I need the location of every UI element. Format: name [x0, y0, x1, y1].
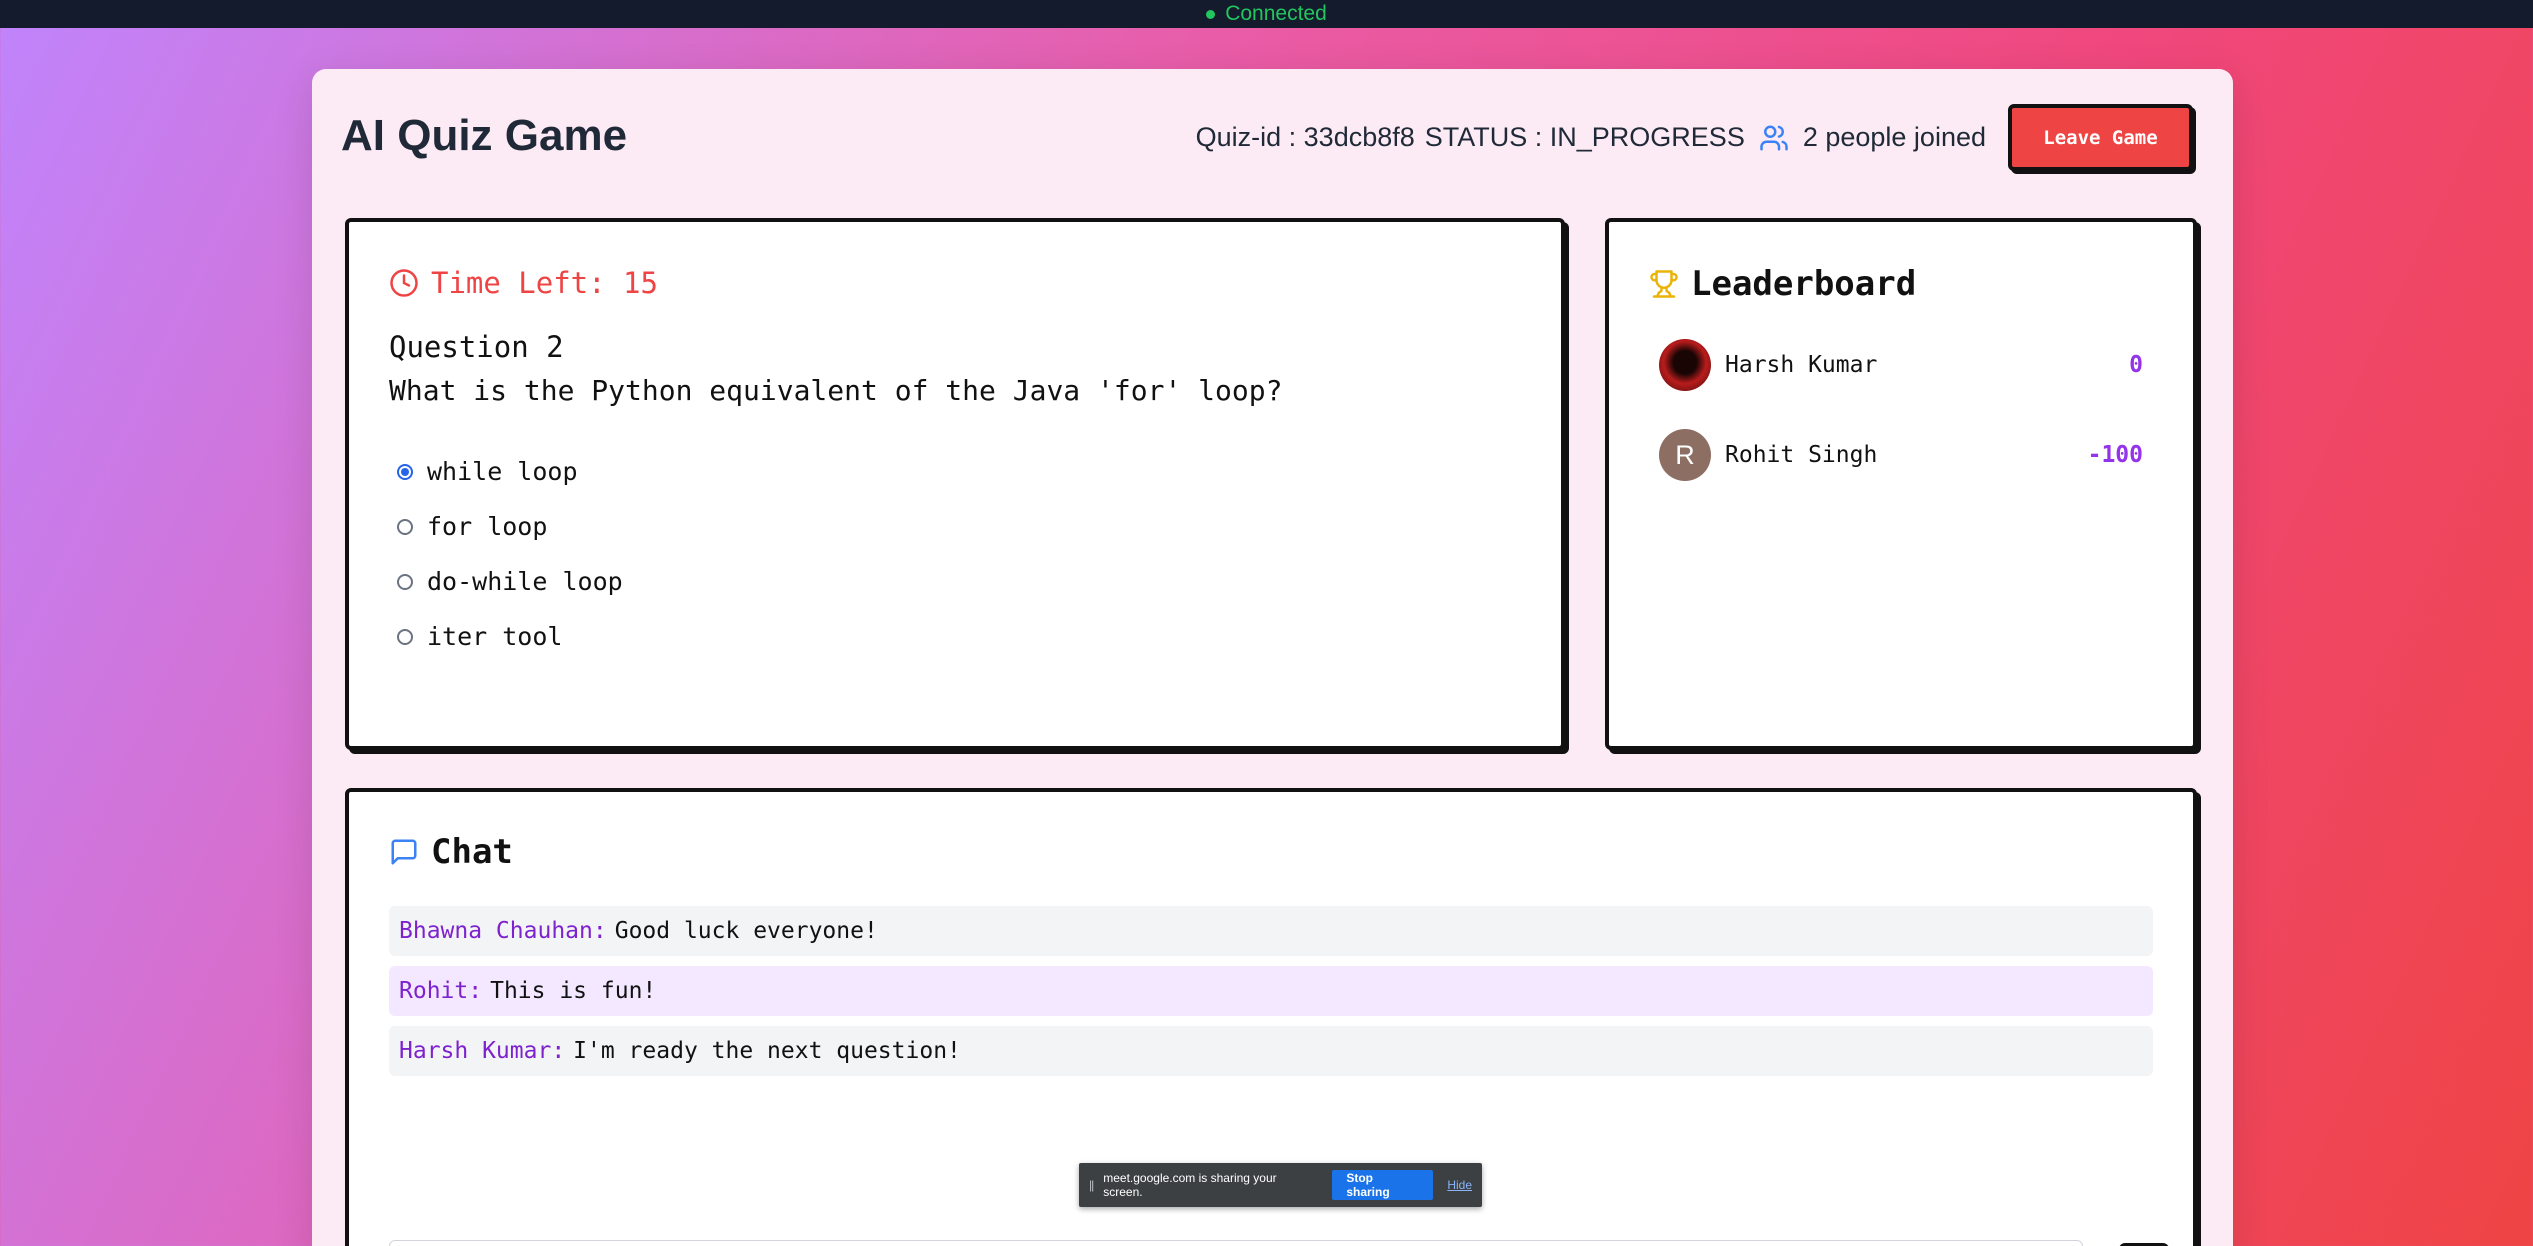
player-score: 0	[2129, 352, 2143, 378]
chat-input[interactable]	[389, 1240, 2083, 1246]
connection-status: Connected	[1225, 2, 1327, 25]
leaderboard-heading: Leaderboard	[1691, 264, 1917, 304]
leaderboard-row: Harsh Kumar 0	[1659, 339, 2143, 391]
main-card: AI Quiz Game Quiz-id : 33dcb8f8 STATUS :…	[312, 69, 2233, 1246]
chat-title: Chat	[389, 832, 513, 872]
radio-button[interactable]	[397, 573, 413, 590]
chat-message: Bhawna Chauhan: Good luck everyone!	[389, 906, 2153, 956]
radio-button[interactable]	[397, 463, 413, 480]
question-panel: Time Left: 15 Question 2 What is the Pyt…	[345, 218, 1565, 750]
answer-options: while loop for loop do-while loop iter t…	[397, 444, 623, 664]
timer: Time Left: 15	[389, 266, 658, 300]
leaderboard-panel: Leaderboard Harsh Kumar 0 R Rohit Singh …	[1605, 218, 2197, 750]
users-icon	[1760, 125, 1788, 150]
game-status: STATUS : IN_PROGRESS	[1424, 122, 1745, 152]
option-label: do-while loop	[427, 567, 623, 596]
chat-heading: Chat	[431, 832, 513, 872]
question-number: Question 2	[389, 330, 564, 364]
leaderboard-row: R Rohit Singh -100	[1659, 429, 2143, 481]
time-left: Time Left: 15	[431, 266, 658, 300]
share-message: meet.google.com is sharing your screen.	[1103, 1171, 1277, 1199]
chat-message: Harsh Kumar: I'm ready the next question…	[389, 1026, 2153, 1076]
radio-button[interactable]	[397, 628, 413, 645]
screen-share-bar: || meet.google.com is sharing your scree…	[1079, 1163, 1482, 1207]
question-text: What is the Python equivalent of the Jav…	[389, 374, 1283, 407]
option-label: for loop	[427, 512, 548, 541]
leaderboard-title: Leaderboard	[1649, 264, 1916, 304]
message-square-icon	[391, 839, 417, 865]
message-sender: Harsh Kumar:	[399, 1038, 566, 1064]
drag-handle[interactable]: ||	[1089, 1178, 1094, 1192]
player-score: -100	[2087, 442, 2143, 468]
stop-sharing-button[interactable]: Stop sharing	[1332, 1170, 1434, 1200]
message-text: I'm ready the next question!	[573, 1038, 961, 1064]
chat-message: Rohit: This is fun!	[389, 966, 2153, 1016]
message-sender: Rohit:	[399, 978, 483, 1004]
option-label: iter tool	[427, 622, 563, 651]
game-info: Quiz-id : 33dcb8f8 STATUS : IN_PROGRESS …	[1196, 104, 2193, 171]
clock-icon	[390, 269, 418, 297]
answer-option[interactable]: for loop	[397, 499, 623, 554]
quiz-id: Quiz-id : 33dcb8f8	[1195, 122, 1415, 152]
avatar: R	[1659, 429, 1711, 481]
player-name: Rohit Singh	[1725, 442, 1878, 468]
message-text: This is fun!	[490, 978, 657, 1004]
connection-status-dot	[1206, 9, 1216, 19]
hide-link[interactable]: Hide	[1447, 1178, 1472, 1192]
avatar	[1659, 339, 1711, 391]
trophy-icon	[1650, 270, 1678, 298]
page-title: AI Quiz Game	[341, 111, 628, 160]
radio-button[interactable]	[397, 518, 413, 535]
message-sender: Bhawna Chauhan:	[399, 918, 607, 944]
answer-option[interactable]: while loop	[397, 444, 623, 499]
people-joined: 2 people joined	[1802, 122, 1986, 152]
chat-messages: Bhawna Chauhan: Good luck everyone! Rohi…	[389, 906, 2153, 1086]
leave-game-button[interactable]: Leave Game	[2008, 104, 2193, 171]
message-text: Good luck everyone!	[614, 918, 878, 944]
answer-option[interactable]: iter tool	[397, 609, 623, 664]
player-name: Harsh Kumar	[1725, 352, 1878, 378]
option-label: while loop	[427, 457, 578, 486]
answer-option[interactable]: do-while loop	[397, 554, 623, 609]
connection-bar: Connected	[0, 0, 2533, 28]
